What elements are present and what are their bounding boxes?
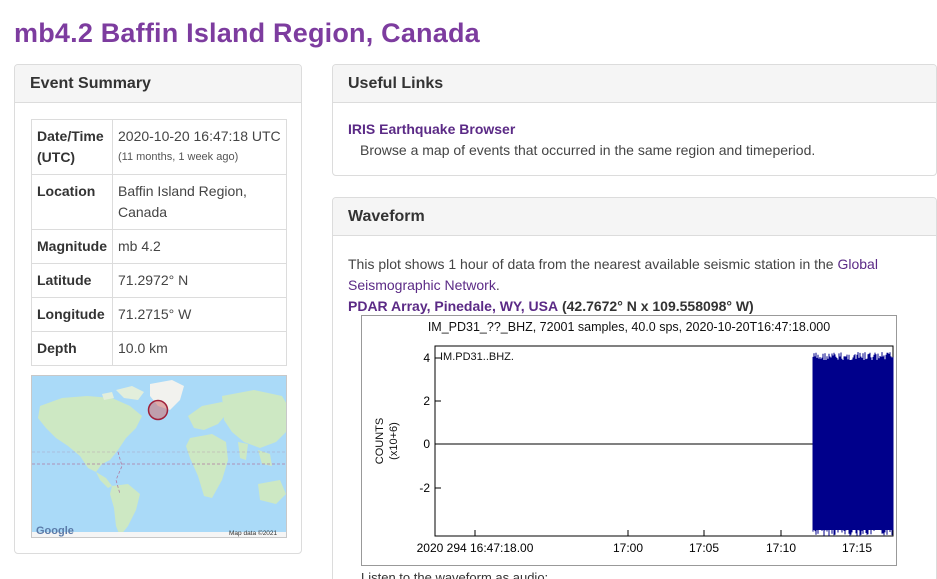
x-tick-label: 17:00 — [613, 541, 643, 555]
x-tick-label: 2020 294 16:47:18.00 — [417, 541, 534, 555]
longitude-value: 71.2715° W — [112, 297, 287, 332]
waveform-svg: IM_PD31_??_BHZ, 72001 samples, 40.0 sps,… — [374, 320, 894, 555]
event-location-map[interactable]: Google Map data ©2021 — [31, 375, 287, 538]
table-row: Depth 10.0 km — [31, 331, 287, 366]
trace-label: IM.PD31..BHZ. — [440, 351, 514, 363]
trace-signal-block — [812, 352, 894, 536]
event-summary-heading: Event Summary — [15, 65, 301, 103]
waveform-intro-end: . — [495, 277, 500, 293]
waveform-plot: IM_PD31_??_BHZ, 72001 samples, 40.0 sps,… — [361, 315, 897, 566]
y-axis-unit: (x10+6) — [388, 422, 400, 460]
datetime-value: 2020-10-20 16:47:18 UTC — [118, 128, 281, 144]
audio-label: Listen to the waveform as audio: — [361, 570, 549, 579]
waveform-description: This plot shows 1 hour of data from the … — [348, 254, 908, 317]
waveform-panel: Waveform This plot shows 1 hour of data … — [332, 197, 937, 579]
x-tick-label: 17:10 — [766, 541, 796, 555]
map-attribution: Map data ©2021 — [229, 529, 278, 537]
location-key: Location — [31, 174, 113, 230]
useful-links-heading: Useful Links — [333, 65, 936, 103]
location-value: Baffin Island Region, Canada — [112, 174, 287, 230]
event-summary-table: Date/Time (UTC) 2020-10-20 16:47:18 UTC … — [31, 119, 287, 366]
x-tick-label: 17:05 — [689, 541, 719, 555]
world-map-image: Google Map data ©2021 — [32, 376, 286, 537]
iris-browser-link[interactable]: IRIS Earthquake Browser — [348, 121, 815, 137]
plot-title: IM_PD31_??_BHZ, 72001 samples, 40.0 sps,… — [428, 320, 830, 334]
signal-spikes — [812, 352, 894, 536]
latitude-value: 71.2972° N — [112, 263, 287, 298]
y-tick-label: 2 — [423, 394, 430, 408]
datetime-ago: (11 months, 1 week ago) — [118, 151, 239, 163]
y-axis-label: COUNTS — [374, 418, 386, 464]
table-row: Longitude 71.2715° W — [31, 297, 287, 332]
latitude-key: Latitude — [31, 263, 113, 298]
longitude-key: Longitude — [31, 297, 113, 332]
event-summary-panel: Event Summary Date/Time (UTC) 2020-10-20… — [14, 64, 302, 554]
datetime-key: Date/Time (UTC) — [31, 119, 113, 175]
depth-value: 10.0 km — [112, 331, 287, 366]
x-ticks: 2020 294 16:47:18.00 17:00 17:05 17:10 17:15 — [417, 530, 872, 555]
page-title: mb4.2 Baffin Island Region, Canada — [14, 18, 480, 48]
table-row: Date/Time (UTC) 2020-10-20 16:47:18 UTC … — [31, 119, 287, 175]
iris-browser-desc: Browse a map of events that occurred in … — [360, 142, 816, 158]
table-row: Location Baffin Island Region, Canada — [31, 174, 287, 230]
y-tick-label: 0 — [423, 437, 430, 451]
y-tick-label: -2 — [419, 481, 430, 495]
event-marker-icon — [147, 399, 169, 421]
y-tick-label: 4 — [423, 351, 430, 365]
magnitude-key: Magnitude — [31, 229, 113, 264]
x-tick-label: 17:15 — [842, 541, 872, 555]
depth-key: Depth — [31, 331, 113, 366]
map-logo: Google — [36, 525, 74, 537]
waveform-intro-text: This plot shows 1 hour of data from the … — [348, 256, 838, 272]
table-row: Latitude 71.2972° N — [31, 263, 287, 298]
magnitude-value: mb 4.2 — [112, 229, 287, 264]
station-link[interactable]: PDAR Array, Pinedale, WY, USA — [348, 298, 558, 314]
table-row: Magnitude mb 4.2 — [31, 229, 287, 264]
station-coords: (42.7672° N x 109.558098° W) — [561, 298, 754, 314]
useful-links-panel: Useful Links IRIS Earthquake Browser Bro… — [332, 64, 937, 176]
waveform-heading: Waveform — [333, 198, 936, 236]
